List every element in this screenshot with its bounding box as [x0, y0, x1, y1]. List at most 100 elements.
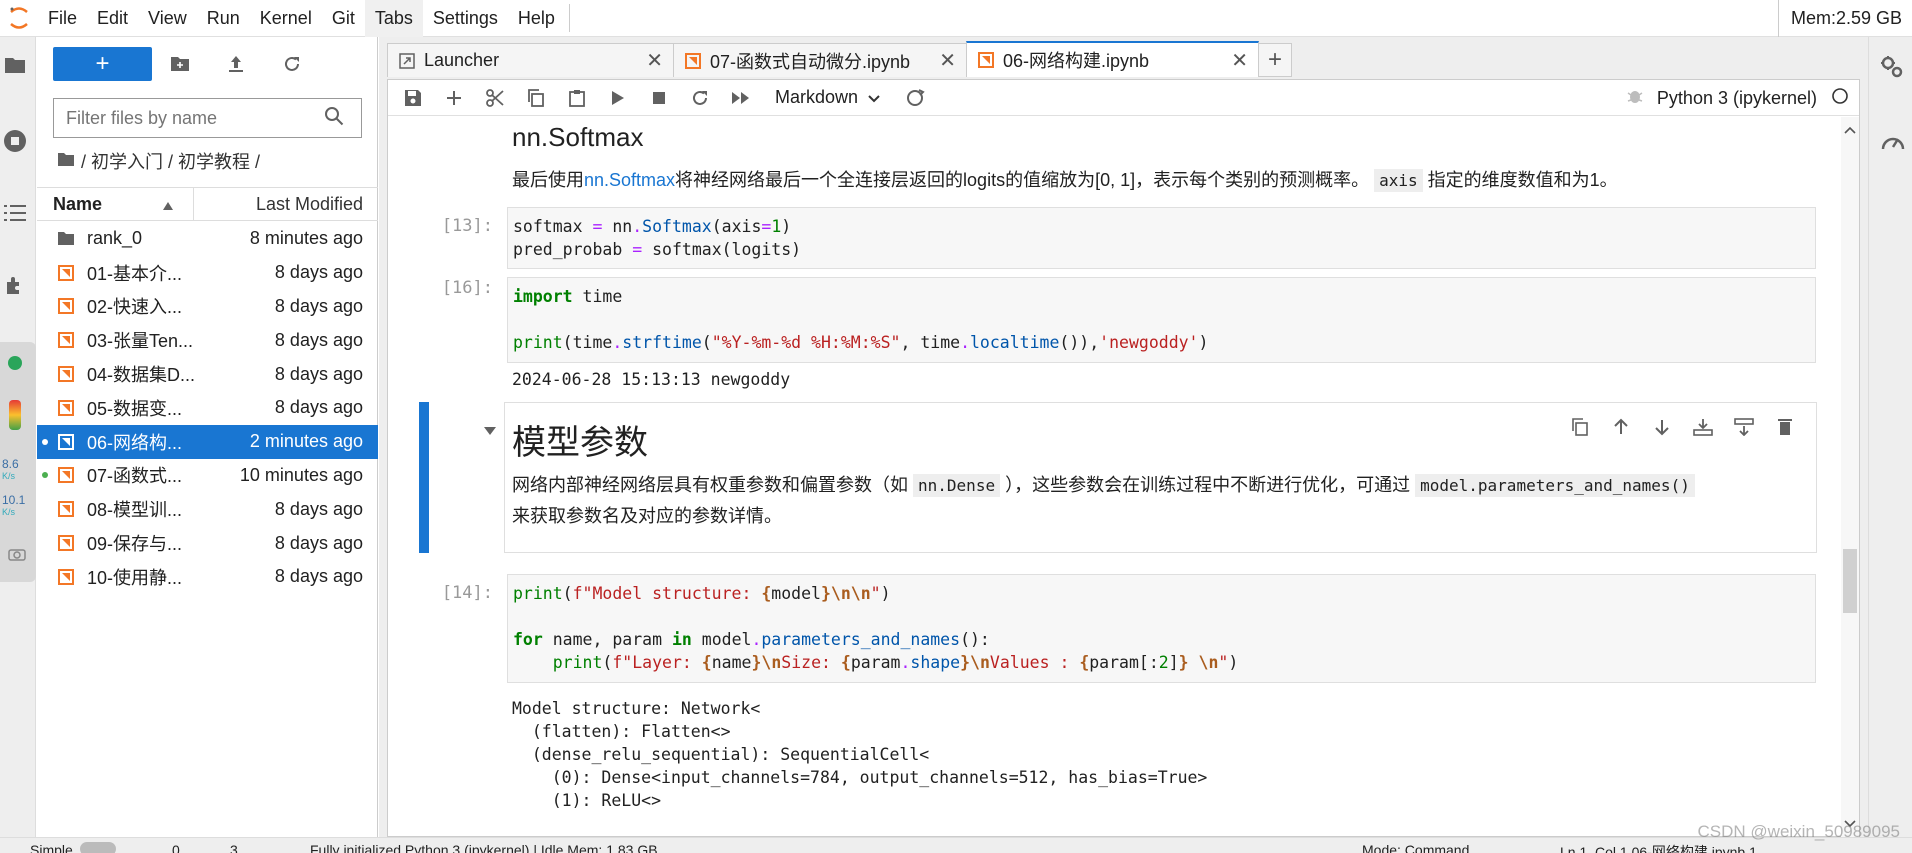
menu-settings[interactable]: Settings: [423, 0, 508, 37]
extension-manager-icon[interactable]: [0, 272, 30, 300]
refresh-icon[interactable]: [264, 47, 320, 81]
status-bar: Simple 0 3 Fully initialized Python 3 (i…: [0, 837, 1912, 853]
run-icon[interactable]: [597, 80, 638, 116]
upload-icon[interactable]: [208, 47, 264, 81]
notebook-icon: [57, 568, 75, 586]
property-inspector-icon[interactable]: [1880, 55, 1904, 84]
duplicate-cell-icon[interactable]: [1566, 413, 1593, 440]
file-list: rank_0 8 minutes ago 01-基本介... 8 days ag…: [37, 222, 378, 594]
notebook-icon: [977, 51, 995, 69]
kernel-name[interactable]: Python 3 (ipykernel): [1657, 88, 1817, 109]
launcher-icon: [398, 52, 416, 70]
code-cell[interactable]: print(f"Model structure: {model}\n\n") f…: [507, 574, 1816, 683]
list-item[interactable]: 05-数据变... 8 days ago: [37, 391, 378, 425]
markdown-heading: nn.Softmax: [512, 122, 644, 152]
menu-kernel[interactable]: Kernel: [250, 0, 322, 37]
delete-cell-icon[interactable]: [1771, 413, 1798, 440]
tab-notebook-07[interactable]: 07-函数式自动微分.ipynb ✕: [673, 43, 967, 77]
debugger-icon[interactable]: [1627, 87, 1643, 110]
mode-indicator: Mode: Command: [1362, 842, 1470, 853]
cut-icon[interactable]: [474, 80, 515, 116]
simple-mode-label: Simple: [30, 842, 73, 853]
kernel-status-text: Fully initialized Python 3 (ipykernel) |…: [310, 842, 658, 853]
list-item[interactable]: 10-使用静... 8 days ago: [37, 560, 378, 594]
notebook-icon: [57, 466, 75, 484]
download-speed: 10.1 K/s: [2, 493, 26, 517]
add-cell-icon[interactable]: [433, 80, 474, 116]
stop-icon[interactable]: [638, 80, 679, 116]
list-item[interactable]: 03-张量Ten... 8 days ago: [37, 323, 378, 357]
copy-icon[interactable]: [515, 80, 556, 116]
network-monitor-widget: 8.6 K/s 10.1 K/s: [0, 342, 36, 582]
menu-file[interactable]: File: [38, 0, 87, 37]
scroll-up-icon[interactable]: [1844, 121, 1856, 139]
move-up-icon[interactable]: [1607, 413, 1634, 440]
new-folder-icon[interactable]: [152, 47, 208, 81]
close-icon[interactable]: ✕: [646, 48, 663, 73]
chevron-down-icon: [868, 87, 880, 108]
insert-above-icon[interactable]: [1689, 413, 1716, 440]
markdown-link[interactable]: nn.Softmax: [584, 170, 675, 190]
notebook-icon: [57, 365, 75, 383]
folder-icon[interactable]: [0, 51, 30, 79]
menu-bar: File Edit View Run Kernel Git Tabs Setti…: [0, 0, 1912, 37]
menu-divider: [568, 4, 570, 32]
upload-speed: 8.6 K/s: [2, 457, 19, 481]
status-dot-icon: [8, 356, 22, 370]
paste-icon[interactable]: [556, 80, 597, 116]
menu-help[interactable]: Help: [508, 0, 565, 37]
vertical-scrollbar[interactable]: [1841, 117, 1859, 837]
menu-view[interactable]: View: [138, 0, 197, 37]
cell-prompt: [14]:: [441, 583, 493, 603]
list-item[interactable]: rank_0 8 minutes ago: [37, 222, 378, 256]
kernel-count: 3: [230, 842, 238, 853]
menu-git[interactable]: Git: [322, 0, 365, 37]
filter-input[interactable]: [54, 107, 324, 129]
list-item[interactable]: 01-基本介... 8 days ago: [37, 256, 378, 290]
list-item-selected[interactable]: 06-网络构... 2 minutes ago: [37, 424, 378, 459]
camera-icon[interactable]: [8, 547, 26, 566]
list-item[interactable]: 09-保存与... 8 days ago: [37, 526, 378, 560]
cell-type-select[interactable]: Markdown: [775, 87, 880, 108]
menu-tabs[interactable]: Tabs: [364, 0, 423, 37]
close-icon[interactable]: ✕: [1231, 48, 1248, 73]
jupyter-logo-icon: [0, 0, 38, 37]
code-cell[interactable]: import time print(time.strftime("%Y-%m-%…: [507, 277, 1816, 363]
table-of-contents-icon[interactable]: [0, 199, 30, 227]
list-item[interactable]: 08-模型训... 8 days ago: [37, 492, 378, 526]
close-icon[interactable]: ✕: [939, 48, 956, 73]
list-item[interactable]: 04-数据集D... 8 days ago: [37, 357, 378, 391]
column-last-modified[interactable]: Last Modified: [194, 194, 378, 215]
left-activity-bar: 8.6 K/s 10.1 K/s: [0, 37, 36, 837]
fast-forward-icon[interactable]: [720, 80, 761, 116]
simple-mode-toggle[interactable]: [80, 842, 116, 853]
new-launcher-button[interactable]: +: [53, 47, 152, 81]
breadcrumb-path[interactable]: / 初学入门 / 初学教程 /: [81, 148, 260, 174]
add-tab-button[interactable]: +: [1258, 43, 1292, 77]
memory-indicator: Mem:2.59 GB: [1777, 0, 1912, 37]
cell-prompt: [13]:: [441, 216, 493, 236]
menu-edit[interactable]: Edit: [87, 0, 138, 37]
tab-launcher[interactable]: Launcher ✕: [387, 43, 674, 77]
list-item[interactable]: 02-快速入... 8 days ago: [37, 290, 378, 324]
insert-below-icon[interactable]: [1730, 413, 1757, 440]
scrollbar-thumb[interactable]: [1843, 549, 1857, 613]
running-indicator-icon: [42, 472, 48, 479]
restart-icon[interactable]: [679, 80, 720, 116]
gauge-icon[interactable]: [1880, 129, 1906, 158]
list-item[interactable]: 07-函数式... 10 minutes ago: [37, 459, 378, 493]
save-icon[interactable]: [392, 80, 433, 116]
git-diff-icon[interactable]: [894, 80, 935, 116]
column-name[interactable]: Name: [37, 188, 194, 220]
collapse-caret-icon[interactable]: [484, 422, 496, 440]
code-cell[interactable]: softmax = nn.Softmax(axis=1) pred_probab…: [507, 207, 1816, 269]
menu-run[interactable]: Run: [197, 0, 250, 37]
tab-notebook-06[interactable]: 06-网络构建.ipynb ✕: [966, 41, 1259, 77]
running-terminals-icon[interactable]: [0, 127, 30, 155]
notebook-icon: [57, 433, 75, 451]
move-down-icon[interactable]: [1648, 413, 1675, 440]
folder-icon[interactable]: [57, 151, 75, 172]
file-list-header: Name Last Modified: [37, 187, 378, 221]
notebook-panel: Markdown Python 3 (ipykernel) nn.Softmax…: [387, 79, 1860, 837]
markdown-paragraph: 最后使用nn.Softmax将神经网络最后一个全连接层返回的logits的值缩放…: [512, 169, 1618, 192]
